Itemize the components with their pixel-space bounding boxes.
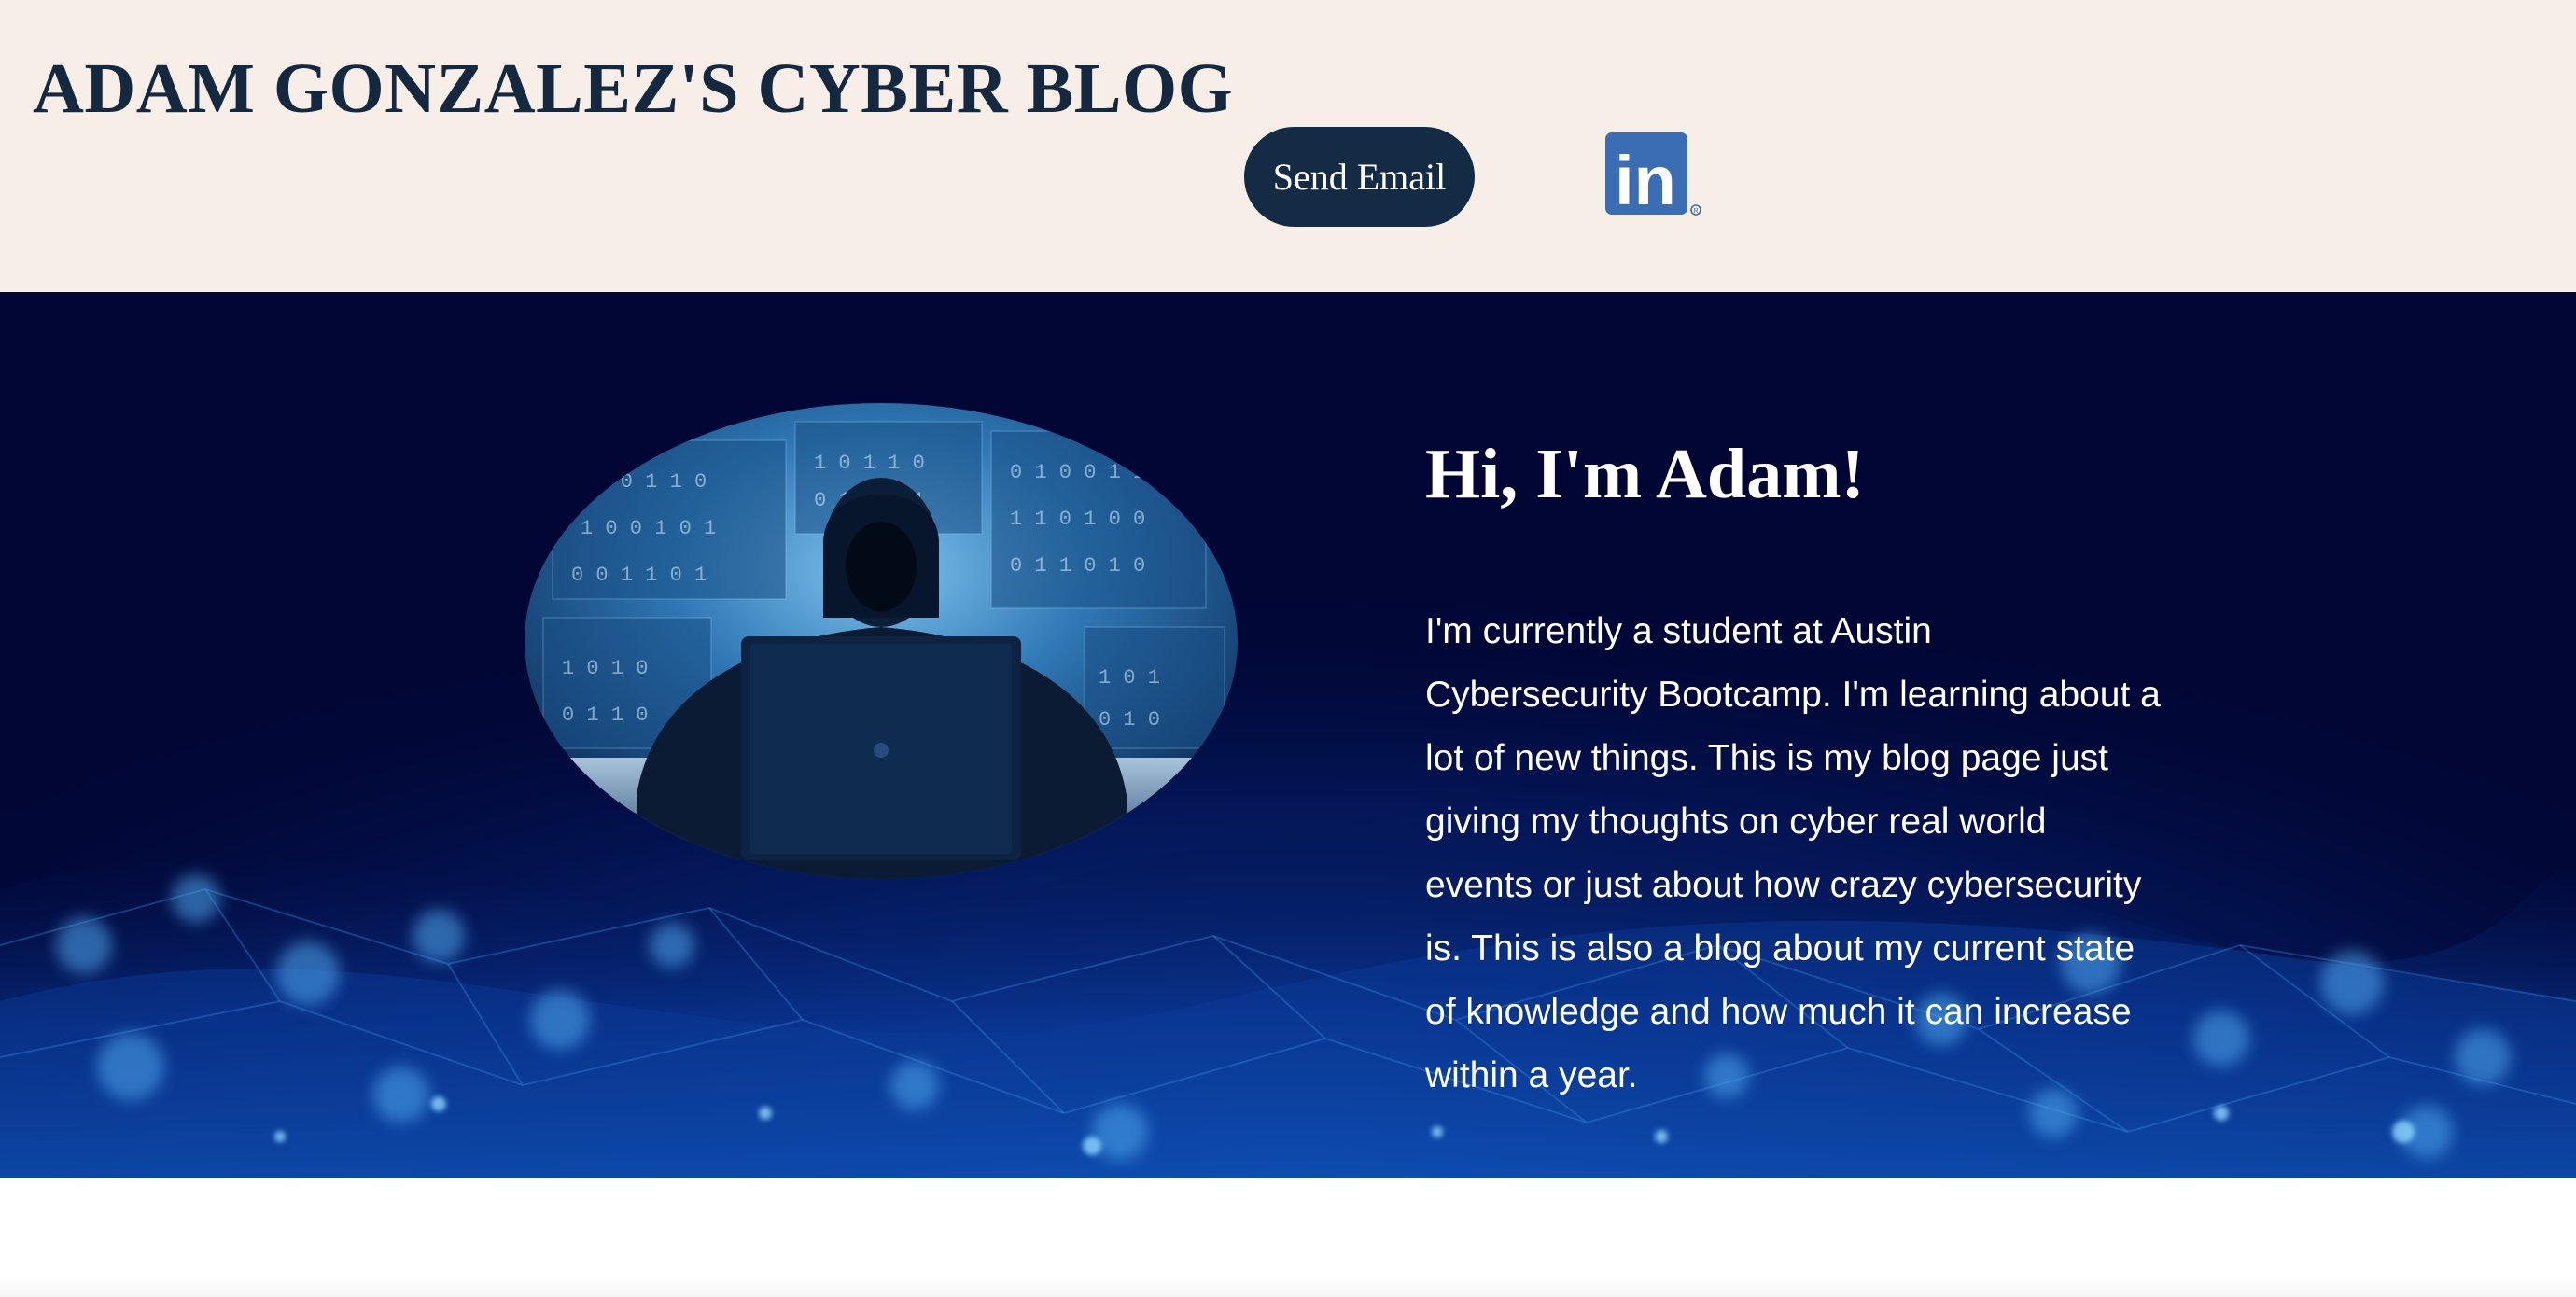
hero-section: 0 1 0 1 1 0 1 0 0 1 0 1 0 0 1 1 0 1 1 0 … [0, 292, 2576, 1178]
svg-text:1 0 1: 1 0 1 [1099, 666, 1160, 690]
svg-text:1 1 0 1 0 0: 1 1 0 1 0 0 [1010, 508, 1145, 531]
content-area [0, 1178, 2576, 1297]
send-email-button[interactable]: Send Email [1244, 127, 1475, 227]
svg-text:1 0 0 1 0 1: 1 0 0 1 0 1 [581, 517, 716, 540]
hero-intro-text: I'm currently a student at Austin Cybers… [1425, 611, 2161, 1095]
site-header: ADAM GONZALEZ'S CYBER BLOG Send Email in… [0, 0, 2576, 292]
svg-text:0 1 0 1 1 0: 0 1 0 1 1 0 [571, 470, 707, 494]
site-title: ADAM GONZALEZ'S CYBER BLOG [33, 49, 1234, 128]
svg-text:1 0 1 0: 1 0 1 0 [562, 657, 648, 680]
linkedin-link[interactable]: in R [1604, 132, 1703, 219]
network-background-image [0, 292, 2576, 1178]
svg-text:0 0 1 1 0 1: 0 0 1 1 0 1 [571, 564, 707, 587]
hero-heading: Hi, I'm Adam! [1425, 435, 1865, 513]
svg-text:in: in [1615, 142, 1676, 219]
profile-photo: 0 1 0 1 1 0 1 0 0 1 0 1 0 0 1 1 0 1 1 0 … [525, 403, 1238, 879]
svg-text:0 1 0: 0 1 0 [1099, 708, 1160, 732]
svg-text:0 1 1 0 1 0: 0 1 1 0 1 0 [1010, 554, 1145, 578]
linkedin-icon: in R [1605, 132, 1701, 219]
svg-text:0 1 1 0: 0 1 1 0 [562, 704, 648, 727]
svg-text:0 1 0 0 1 1: 0 1 0 0 1 1 [1010, 461, 1145, 484]
svg-text:1 0 1 1 0: 1 0 1 1 0 [814, 452, 925, 475]
svg-text:R: R [1693, 208, 1698, 215]
